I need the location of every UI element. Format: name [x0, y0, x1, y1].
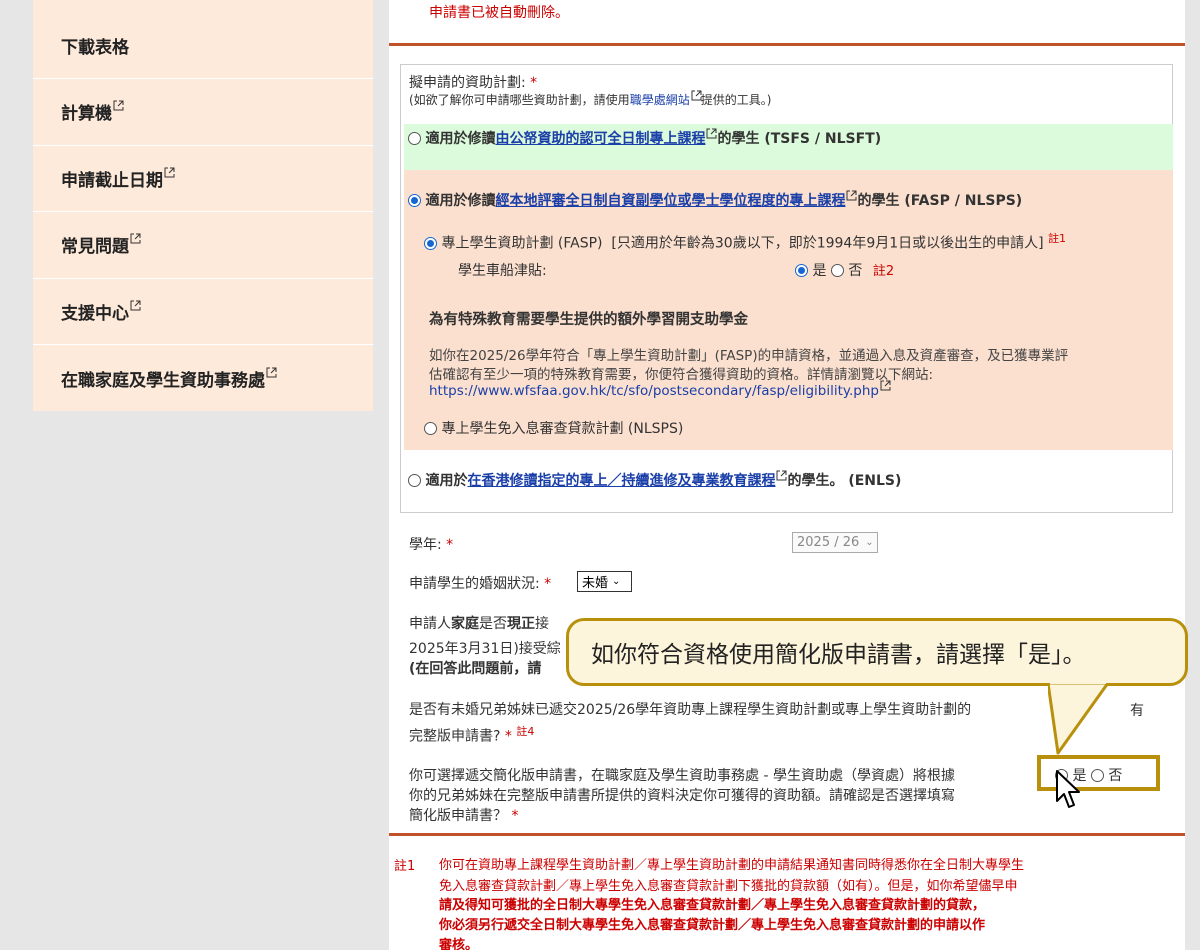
callout-text: 如你符合資格使用簡化版申請書，請選擇「是」。: [591, 642, 1086, 668]
fasp-course-link[interactable]: 經本地評審全日制自資副學位或學士學位程度的專上課程: [495, 193, 845, 209]
academic-year-label: 學年: *: [409, 537, 454, 553]
footnote-line1: 你可在資助專上課程學生資助計劃／專上學生資助計劃的申請結果通知書同時得悉你在全日…: [439, 858, 1025, 873]
section-divider: [389, 43, 1185, 46]
radio-tsfs[interactable]: [408, 132, 421, 145]
sidebar-item-label: 常見問題: [61, 237, 129, 258]
sidebar-item-label: 申請截止日期: [61, 170, 163, 191]
family-question-line3: (在回答此問題前，請: [409, 661, 542, 677]
option-tsfs: 適用於修讀由公帑資助的認可全日制專上課程 的學生 (TSFS / NLSFT): [408, 128, 881, 148]
external-link-icon: [130, 233, 141, 244]
deleted-notice: 申請書已被自動刪除。: [429, 5, 569, 21]
external-link-icon: [691, 90, 702, 101]
nlsps-option: 專上學生免入息審查貸款計劃 (NLSPS): [424, 418, 683, 438]
sen-eligibility-link[interactable]: https://www.wfsfaa.gov.hk/tc/sfo/postsec…: [429, 383, 879, 399]
chevron-down-icon: ⌄: [612, 576, 621, 587]
footnote-line3: 請及得知可獲批的全日制大專學生免入息審查貸款計劃／專上學生免入息審查貸款計劃的貸…: [439, 898, 986, 913]
radio-nlsps[interactable]: [424, 422, 437, 435]
option-fasp: 適用於修讀經本地評審全日制自資副學位或學士學位程度的專上課程 的學生 (FASP …: [408, 190, 1022, 210]
marital-status-select[interactable]: 未婚 ⌄: [577, 571, 632, 592]
sidebar-item-wfsfaa[interactable]: 在職家庭及學生資助事務處: [33, 345, 373, 411]
simplified-question-line2: 你的兄弟姊妹在完整版申請書所提供的資料決定你可獲得的資助額。請確認是否選擇填寫: [409, 788, 955, 804]
fasp-sub-option: 專上學生資助計劃 (FASP) [只適用於年齡為30歲以下，即於1994年9月1…: [424, 230, 1066, 253]
external-link-icon: [164, 167, 175, 178]
external-link-icon: [130, 300, 141, 311]
footnote-line2: 免入息審查貸款計劃／專上學生免入息審查貸款計劃下獲批的貸款額（如有）。但是，如你…: [439, 879, 1018, 894]
sidebar-item-deadlines[interactable]: 申請截止日期: [33, 145, 373, 212]
external-link-icon: [266, 367, 277, 378]
radio-travel-no[interactable]: [830, 264, 844, 277]
radio-fasp[interactable]: [408, 194, 421, 207]
simplified-question-line3: 簡化版申請書？ *: [409, 808, 519, 824]
radio-enls[interactable]: [408, 474, 421, 487]
scheme-hint: (如欲了解你可申請哪些資助計劃，請使用職學處網站 提供的工具。): [409, 90, 771, 108]
simplified-question-line1: 你可選擇遞交簡化版申請書，在職家庭及學生資助事務處 - 學生資助處（學資處）將根…: [409, 768, 955, 784]
chevron-down-icon: ⌄: [865, 537, 874, 548]
callout-pointer: [1048, 683, 1110, 755]
sidebar-item-label: 在職家庭及學生資助事務處: [61, 370, 265, 391]
sidebar-item-faq[interactable]: 常見問題: [33, 212, 373, 279]
external-link-icon: [113, 100, 124, 111]
footnotes: 註1 你可在資助專上課程學生資助計劃／專上學生資助計劃的申請結果通知書同時得悉你…: [389, 853, 1185, 950]
sen-url: https://www.wfsfaa.gov.hk/tc/sfo/postsec…: [429, 380, 891, 399]
note1-link[interactable]: 註1: [1048, 232, 1066, 245]
family-question-line2: 2025年3月31日)接受綜: [409, 641, 561, 657]
external-link-icon: [706, 128, 717, 139]
callout-tooltip: 如你符合資格使用簡化版申請書，請選擇「是」。: [566, 618, 1188, 686]
travel-subsidy-options: 是 否 註2: [795, 260, 894, 280]
note2-link[interactable]: 註2: [873, 264, 894, 279]
note4-link[interactable]: 註4: [516, 725, 534, 738]
marital-status-label: 申請學生的婚姻狀況: *: [409, 576, 552, 592]
academic-year-select[interactable]: 2025 / 26 ⌄: [792, 532, 878, 553]
sen-text-line2: 估確認有至少一項的特殊教育需要，你便符合獲得資助的資格。詳情請瀏覽以下網站:: [429, 367, 934, 383]
external-link-icon: [880, 380, 891, 391]
enls-course-link[interactable]: 在香港修讀指定的專上／持續進修及專業教育課程: [467, 473, 775, 489]
tsfs-course-link[interactable]: 由公帑資助的認可全日制專上課程: [495, 131, 705, 147]
footnote-line5: 審核。: [439, 938, 479, 950]
radio-travel-yes[interactable]: [795, 264, 808, 277]
sidebar: 下載表格 計算機 申請截止日期 常見問題 支援中心 在職家庭及學生資助事務處: [33, 0, 373, 411]
sidebar-item-download-forms[interactable]: 下載表格: [33, 0, 373, 79]
sidebar-item-label: 支援中心: [61, 303, 129, 324]
external-link-icon: [846, 190, 857, 201]
wfsfaa-link[interactable]: 職學處網站: [630, 93, 690, 107]
family-question-line1: 申請人家庭是否現正接: [409, 616, 549, 632]
section-divider: [389, 833, 1185, 836]
sen-text-line1: 如你在2025/26學年符合「專上學生資助計劃」(FASP)的申請資格，並通過入…: [429, 348, 1069, 364]
sidebar-item-support[interactable]: 支援中心: [33, 278, 373, 345]
scheme-label: 擬申請的資助計劃: *: [409, 75, 538, 91]
footnote-label: 註1: [394, 859, 416, 874]
cursor-icon: [1056, 770, 1080, 808]
footnote-line4: 你必須另行遞交全日制大專學生免入息審查貸款計劃／專上學生免入息審查貸款計劃的申請…: [439, 918, 986, 933]
sen-title: 為有特殊教育需要學生提供的額外學習開支助學金: [429, 312, 748, 328]
radio-fasp-sub[interactable]: [424, 236, 437, 250]
sidebar-item-label: 下載表格: [61, 37, 129, 58]
sidebar-item-calculator[interactable]: 計算機: [33, 79, 373, 146]
sidebar-item-label: 計算機: [61, 104, 112, 125]
travel-subsidy-label: 學生車船津貼:: [458, 263, 547, 279]
sibling-question-line2: 完整版申請書? * 註4: [409, 725, 535, 745]
option-enls: 適用於在香港修讀指定的專上／持續進修及專業教育課程 的學生。 (ENLS): [408, 470, 901, 490]
sibling-question-line1: 是否有未婚兄弟姊妹已遞交2025/26學年資助專上課程學生資助計劃或專上學生資助…: [409, 702, 972, 718]
external-link-icon: [776, 470, 787, 481]
